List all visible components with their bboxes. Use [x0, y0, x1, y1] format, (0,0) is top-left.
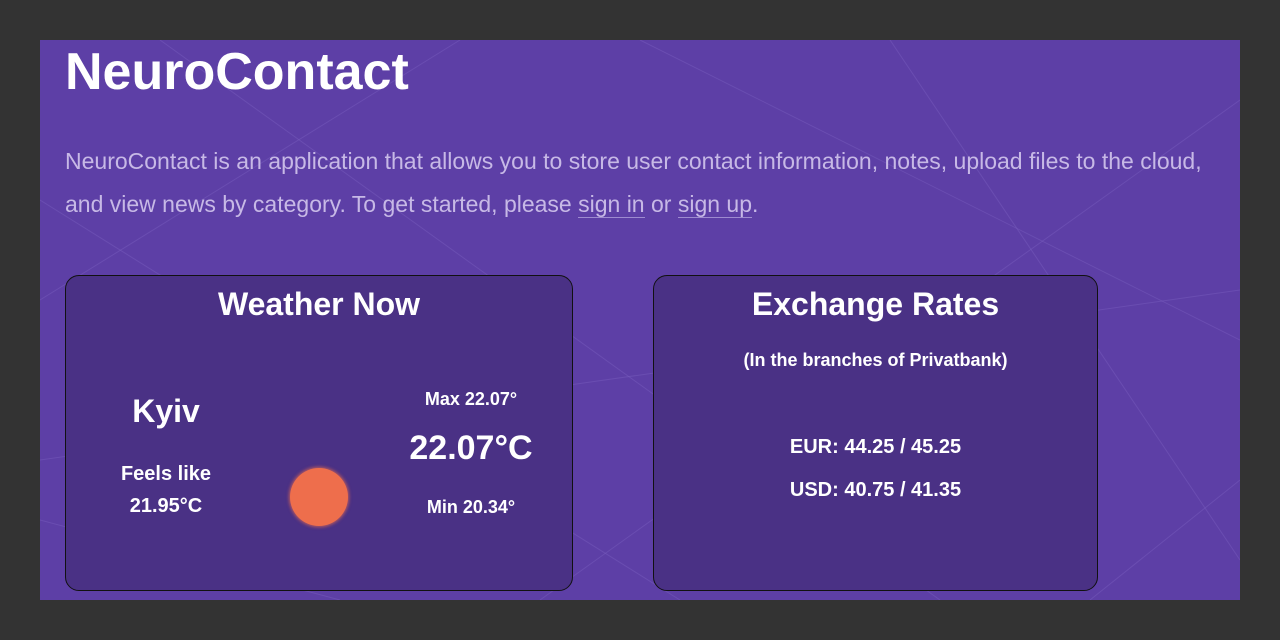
- feels-like-value: 21.95°C: [129, 495, 203, 517]
- intro-or: or: [644, 191, 678, 217]
- temp-min: Min 20.34°: [426, 497, 516, 517]
- feels-like-label: Feels like: [120, 463, 212, 485]
- feels-like: Feels like 21.95°C: [96, 458, 236, 522]
- app-title: NeuroContact: [65, 43, 409, 101]
- intro-end: .: [752, 191, 759, 217]
- intro-paragraph: NeuroContact is an application that allo…: [65, 140, 1225, 226]
- main-content: NeuroContact NeuroContact is an applicat…: [40, 40, 1240, 600]
- temp-max: Max 22.07°: [424, 389, 518, 409]
- rates-title: Exchange Rates: [751, 286, 1000, 322]
- rate-usd: USD: 40.75 / 41.35: [789, 479, 962, 501]
- weather-city: Kyiv: [132, 393, 200, 429]
- rate-eur: EUR: 44.25 / 45.25: [789, 436, 962, 458]
- temp-current: 22.07°C: [409, 429, 533, 467]
- sign-up-link[interactable]: sign up: [677, 191, 752, 218]
- sun-icon: [290, 468, 348, 526]
- sign-in-link[interactable]: sign in: [578, 191, 645, 218]
- weather-title: Weather Now: [217, 286, 421, 322]
- rates-subtitle: (In the branches of Privatbank): [743, 350, 1008, 370]
- weather-card: Weather Now Kyiv Feels like 21.95°C Max …: [65, 275, 573, 591]
- exchange-rates-card: Exchange Rates (In the branches of Priva…: [653, 275, 1098, 591]
- page-viewport: NeuroContact NeuroContact is an applicat…: [40, 40, 1240, 600]
